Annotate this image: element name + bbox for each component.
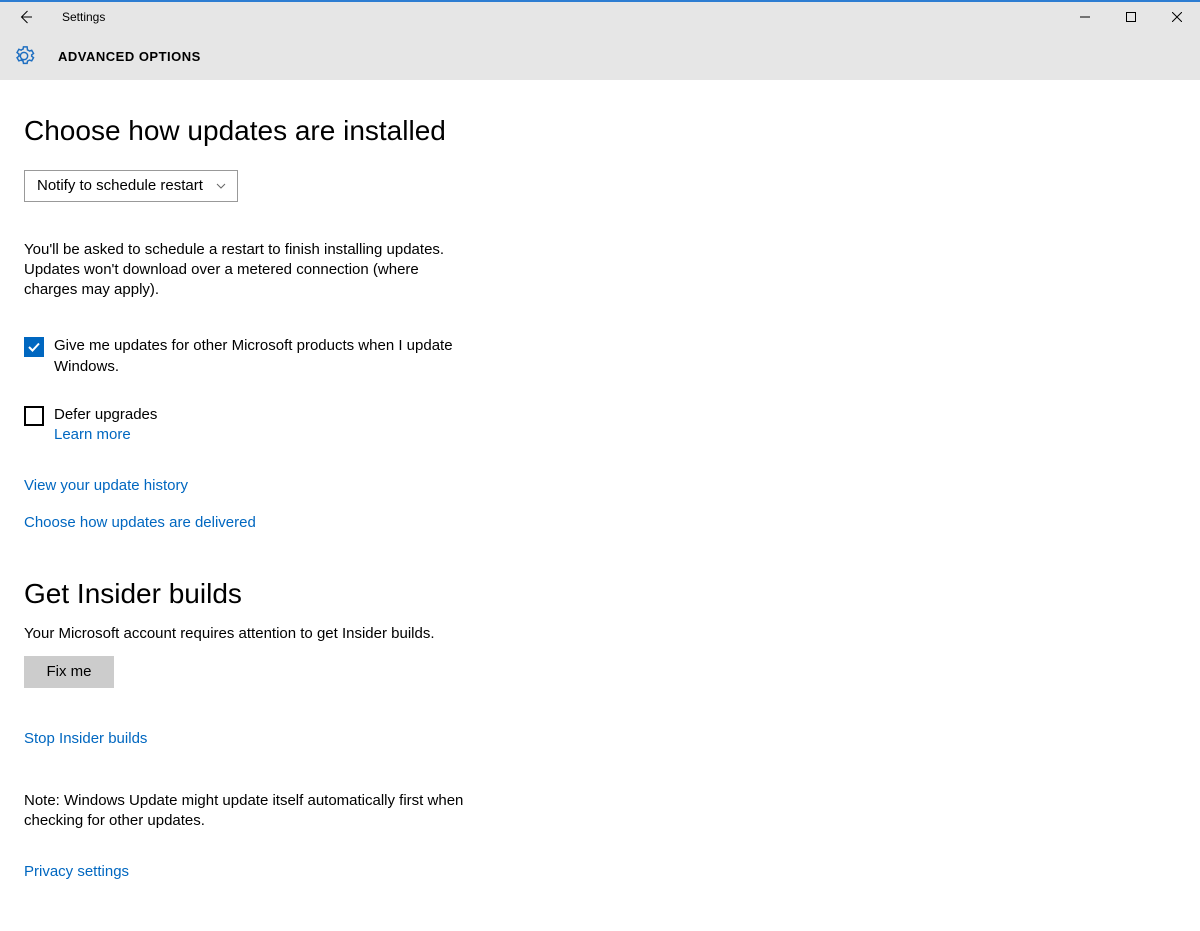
window-controls [1062, 2, 1200, 32]
checkbox-row-other-products: Give me updates for other Microsoft prod… [24, 336, 474, 377]
maximize-icon [1126, 12, 1136, 22]
section-heading-insider: Get Insider builds [24, 577, 620, 611]
checkbox-other-products[interactable] [24, 337, 44, 357]
checkbox-row-defer: Defer upgrades Learn more [24, 405, 474, 446]
view-update-history-link[interactable]: View your update history [24, 477, 620, 494]
learn-more-link[interactable]: Learn more [54, 425, 131, 445]
checkbox-label-defer: Defer upgrades Learn more [54, 405, 157, 446]
page-title: ADVANCED OPTIONS [58, 49, 201, 64]
restart-description: You'll be asked to schedule a restart to… [24, 240, 454, 301]
gear-icon [12, 44, 36, 68]
maximize-button[interactable] [1108, 2, 1154, 32]
window-title: Settings [62, 10, 105, 24]
choose-delivery-link[interactable]: Choose how updates are delivered [24, 514, 620, 531]
dropdown-value: Notify to schedule restart [37, 177, 203, 194]
arrow-left-icon [17, 9, 33, 25]
checkbox-defer-upgrades[interactable] [24, 406, 44, 426]
title-bar: Settings [0, 0, 1200, 32]
defer-label-text: Defer upgrades [54, 406, 157, 423]
content-area: Choose how updates are installed Notify … [0, 80, 620, 880]
privacy-settings-link[interactable]: Privacy settings [24, 863, 620, 880]
fix-me-button[interactable]: Fix me [24, 656, 114, 688]
chevron-down-icon [215, 180, 227, 192]
install-mode-dropdown[interactable]: Notify to schedule restart [24, 170, 238, 202]
close-button[interactable] [1154, 2, 1200, 32]
update-note: Note: Windows Update might update itself… [24, 791, 494, 832]
insider-description: Your Microsoft account requires attentio… [24, 625, 620, 642]
minimize-icon [1080, 12, 1090, 22]
checkbox-label-other-products: Give me updates for other Microsoft prod… [54, 336, 474, 377]
minimize-button[interactable] [1062, 2, 1108, 32]
header-bar: ADVANCED OPTIONS [0, 32, 1200, 80]
stop-insider-link[interactable]: Stop Insider builds [24, 730, 620, 747]
back-button[interactable] [16, 8, 34, 26]
close-icon [1172, 12, 1182, 22]
section-heading-updates: Choose how updates are installed [24, 114, 620, 148]
check-icon [27, 340, 41, 354]
